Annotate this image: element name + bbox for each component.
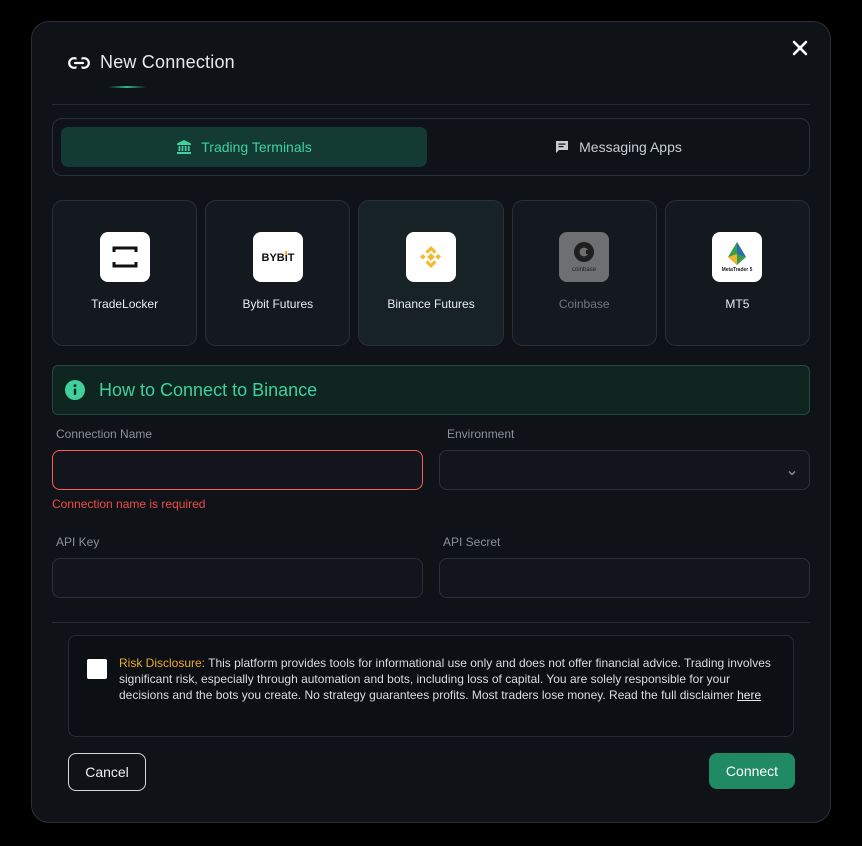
new-connection-modal: New Connection Trading Terminals Messagi…	[31, 21, 831, 823]
connect-button[interactable]: Connect	[709, 753, 795, 789]
banner-text: How to Connect to Binance	[99, 379, 318, 400]
connection-name-error: Connection name is required	[52, 497, 206, 511]
tradelocker-logo	[99, 232, 150, 282]
tab-label: Trading Terminals	[201, 139, 312, 155]
category-tabs: Trading Terminals Messaging Apps	[52, 118, 810, 176]
provider-card-tradelocker[interactable]: TradeLocker	[52, 200, 198, 346]
cancel-button[interactable]: Cancel	[68, 753, 146, 791]
modal-header: New Connection	[68, 52, 235, 73]
tab-trading-terminals[interactable]: Trading Terminals	[61, 127, 427, 167]
connection-name-field	[52, 450, 423, 490]
api-key-label: API Key	[56, 535, 100, 549]
chat-icon	[556, 141, 569, 153]
metatrader-logo-text: MetaTrader 5	[722, 267, 753, 273]
header-divider	[52, 104, 810, 105]
modal-title: New Connection	[100, 52, 235, 72]
provider-card-binance[interactable]: Binance Futures	[358, 200, 504, 346]
tab-label: Messaging Apps	[579, 139, 682, 155]
close-button[interactable]	[788, 36, 812, 60]
risk-disclosure-body: This platform provides tools for informa…	[119, 656, 771, 702]
metatrader-logo: MetaTrader 5	[712, 232, 763, 282]
connection-name-label: Connection Name	[56, 427, 153, 441]
info-icon	[65, 380, 85, 400]
bybit-logo-text: BYBIT	[261, 252, 294, 264]
provider-name: Bybit Futures	[242, 297, 314, 311]
api-key-input[interactable]	[53, 559, 422, 597]
binance-logo	[406, 232, 456, 282]
bybit-logo: BYBIT	[252, 232, 303, 282]
close-icon[interactable]	[788, 36, 812, 60]
connection-name-input[interactable]	[53, 451, 422, 489]
provider-card-bybit[interactable]: BYBIT Bybit Futures	[205, 200, 351, 346]
risk-disclosure-text: Risk Disclosure: This platform provides …	[119, 655, 779, 703]
environment-select[interactable]	[439, 450, 810, 490]
provider-grid: TradeLocker BYBIT Bybit Futures Binance …	[52, 200, 811, 346]
chevron-down-icon	[787, 465, 797, 483]
bank-icon	[177, 140, 192, 154]
form-divider	[52, 622, 810, 623]
provider-card-mt5[interactable]: MetaTrader 5 MT5	[664, 200, 811, 346]
provider-name: TradeLocker	[91, 297, 159, 311]
provider-name: MT5	[725, 297, 750, 311]
provider-card-coinbase[interactable]: coinbase Coinbase	[511, 200, 657, 346]
api-key-field	[52, 558, 423, 598]
title-underline	[108, 86, 146, 88]
tab-messaging-apps[interactable]: Messaging Apps	[435, 127, 801, 167]
api-secret-field	[439, 558, 810, 598]
link-icon	[68, 56, 90, 69]
api-secret-label: API Secret	[443, 535, 501, 549]
provider-name: Coinbase	[558, 297, 610, 311]
how-to-connect-banner[interactable]: How to Connect to Binance	[52, 365, 810, 415]
risk-disclosure-label: Risk Disclosure:	[119, 656, 206, 670]
environment-label: Environment	[447, 427, 515, 441]
coinbase-logo-text: coinbase	[572, 267, 597, 273]
provider-name: Binance Futures	[387, 297, 475, 311]
api-secret-input[interactable]	[440, 559, 809, 597]
risk-disclosure-box: Risk Disclosure: This platform provides …	[68, 635, 794, 737]
disclaimer-link[interactable]: here	[737, 688, 761, 702]
risk-disclosure-checkbox[interactable]	[87, 659, 107, 679]
coinbase-logo: coinbase	[559, 232, 610, 282]
